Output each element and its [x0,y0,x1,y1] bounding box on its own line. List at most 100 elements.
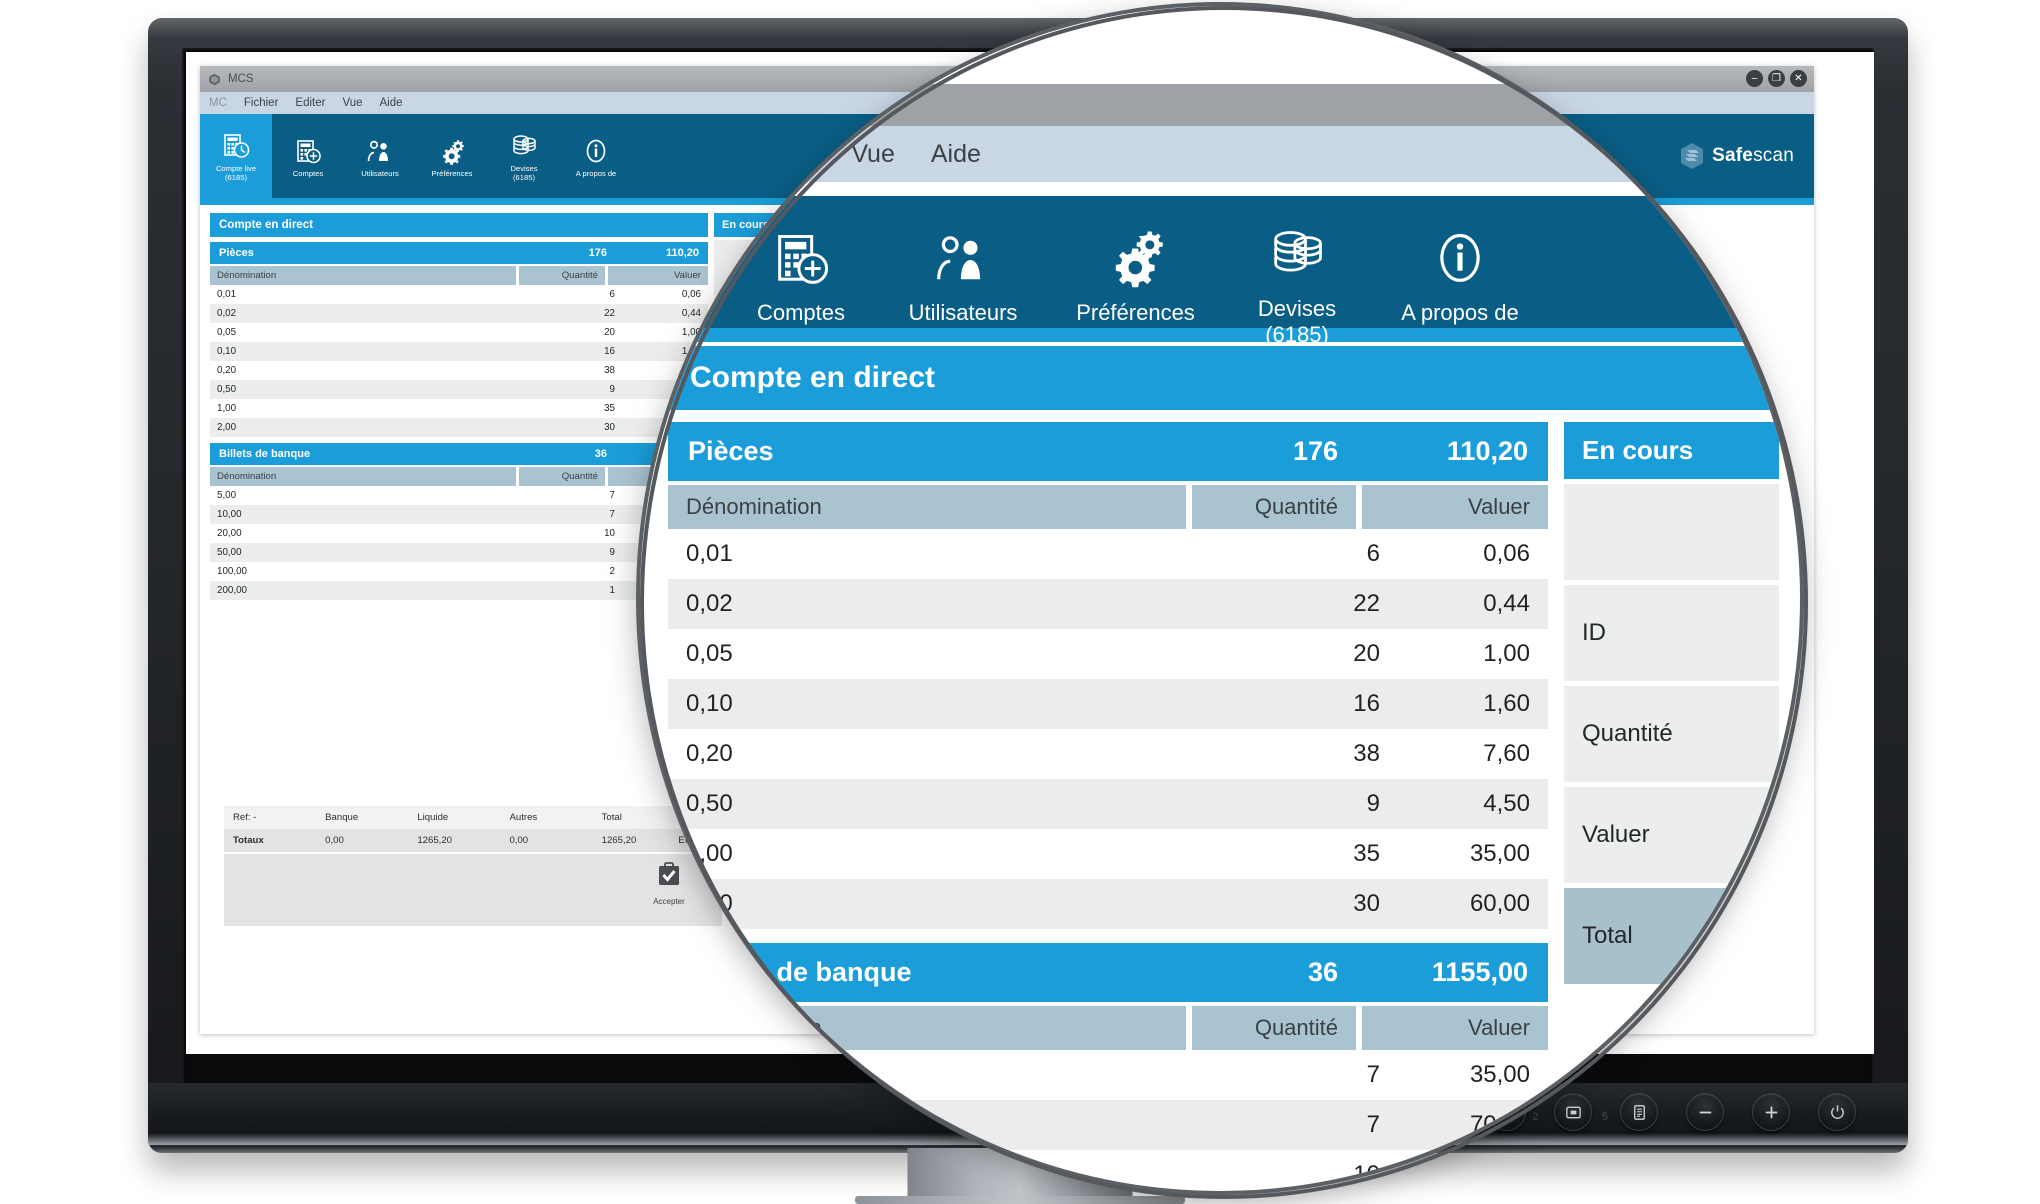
z-group-total-value: 1155,00 [1431,957,1528,987]
menu-item-vue[interactable]: Vue [342,97,362,109]
z-ribbon-item-compte-live[interactable]: Compte live (6185) [640,228,694,353]
counting-tables: Compte en direct Pièces 176 110,20 Dénom… [210,213,708,600]
z-ribbon-label-devises: Devises (6185) [1257,296,1337,348]
table-row[interactable]: 20,0010200,00 [210,524,708,543]
z-column-headers-pieces: Dénomination Quantité Valuer [668,485,1548,529]
table-row[interactable]: 2,003060,00 [210,418,708,437]
power-icon [1830,1104,1844,1119]
magnifier-lens: Editer Vue Aide Safescan [640,6,1800,1191]
z-col-quantity: Quantité [1192,1006,1356,1050]
z-col-denomination: Dénomination [668,485,1186,529]
menu-item-mc[interactable]: MC [209,97,227,109]
menu-item-editer[interactable]: Editer [295,97,325,109]
ribbon-item-a-propos-de[interactable]: A propos de [560,114,632,198]
z-col-value: Valuer [1362,485,1548,529]
table-row[interactable]: 5,00735,00 [210,486,708,505]
group-header-billets: Billets de banque 36 1155,00 [210,443,708,465]
z-ribbon-item-preferences[interactable]: Préférences [1048,224,1223,326]
table-row[interactable]: 5,00735,00 [668,1050,1548,1100]
z-rows-pieces: 0,01 6 0,06 0,02 22 0,44 0,05 20 1,00 0,10 16 1,… [668,529,1548,929]
totals-banque-value: 0,00 [325,835,344,846]
totals-ref: Ref: - [233,812,257,823]
ribbon-item-preferences[interactable]: Préférences [416,114,488,198]
menu-item-fichier[interactable]: Fichier [244,97,279,109]
table-row[interactable]: 0,10161,60 [210,342,708,361]
table-row[interactable]: 0,20387,60 [210,361,708,380]
totals-row-label: Totaux [233,835,264,846]
totals-liquide-value: 1265,20 [417,835,452,846]
table-row[interactable]: 10,00770,00 [210,505,708,524]
live-count-icon [640,258,643,275]
menu-item-aide[interactable]: Aide [380,97,403,109]
table-row[interactable]: 10,00770,00 [668,1100,1548,1150]
table-row[interactable]: 0,5094,50 [668,779,1548,829]
col-quantity: Quantité [519,266,605,285]
z-ribbon-label-comptes: Comptes [756,300,846,325]
col-denomination: Dénomination [210,467,516,486]
ribbon-label-utilisateurs: Utilisateurs [361,168,399,178]
z-ribbon-item-comptes[interactable]: Comptes [726,228,876,326]
col-denomination: Dénomination [210,266,516,285]
z-side-panel-cell-id: ID [1564,585,1779,681]
power-button[interactable] [1818,1093,1856,1131]
z-col-quantity: Quantité [1192,485,1356,529]
z-ribbon-label-compte-live: Compte live (6185) [640,300,673,351]
z-ribbon-item-utilisateurs[interactable]: Utilisateurs [878,228,1048,326]
z-menu-item-editer[interactable]: Editer [750,140,815,169]
z-side-panel-cell-blank [1564,484,1779,580]
table-row[interactable]: 100,002200,00 [210,562,708,581]
ribbon-label-comptes: Comptes [292,168,324,178]
z-group-name: Pièces [688,436,774,466]
group-name: Billets de banque [219,448,311,460]
table-row[interactable]: 200,001200,00 [210,581,708,600]
column-headers-pieces: Dénomination Quantité Valuer [210,266,708,285]
z-ribbon-item-a-propos-de[interactable]: A propos de [1370,228,1550,326]
z-group-header-pieces: Pièces 176 110,20 [668,422,1548,481]
window-title: MCS [228,73,254,85]
z-col-value: Valuer [1362,1006,1548,1050]
table-row[interactable]: 0,10161,60 [668,679,1548,729]
table-row[interactable]: 2,003060,00 [668,879,1548,929]
ribbon-label-devises: Devises (6185) [510,164,538,182]
z-side-panel-cell-valuer: Valuer [1564,787,1779,883]
magnified-content: Editer Vue Aide Safescan [640,6,1800,1191]
table-row[interactable]: 1,003535,00 [210,399,708,418]
z-rows-billets: 5,00735,00 10,00770,00 20,0010200,00 50,… [668,1050,1548,1191]
table-row[interactable]: 0,0160,06 [668,529,1548,579]
group-header-pieces: Pièces 176 110,20 [210,242,708,264]
ribbon-item-devises[interactable]: Devises (6185) [488,114,560,198]
rows-pieces: 0,0160,06 0,02220,44 0,05201,00 0,10161,… [210,285,708,437]
table-row[interactable]: 0,0160,06 [210,285,708,304]
z-ribbon-underbar [640,328,1800,342]
z-menu-bar[interactable]: Editer Vue Aide [640,126,1800,182]
table-row[interactable]: 50,009450,00 [210,543,708,562]
z-menu-item-aide[interactable]: Aide [931,140,981,169]
users-icon [937,236,981,280]
table-row[interactable]: 0,20387,60 [668,729,1548,779]
accounts-icon [297,139,321,163]
coins-stack-icon [1274,231,1322,272]
z-column-headers-billets: Dénomination Quantité Valuer [668,1006,1548,1050]
ribbon-item-comptes[interactable]: Comptes [272,114,344,198]
z-body: Pièces 176 110,20 Dénomination Quantité … [668,422,1800,1191]
z-main-panel: Compte en direct Pièces 176 110,20 Dénom… [668,346,1800,1191]
table-row[interactable]: 20,0010200,00 [668,1150,1548,1191]
col-quantity: Quantité [519,467,605,486]
z-group-spacer [668,929,1548,943]
table-row[interactable]: 0,02220,44 [668,579,1548,629]
table-row[interactable]: 0,5094,50 [210,380,708,399]
ribbon-item-compte-live[interactable]: Compte live (6185) [200,114,272,198]
z-menu-item-vue[interactable]: Vue [851,140,895,169]
coins-stack-icon [513,135,536,155]
z-ribbon-label-a-propos-de: A propos de [1401,300,1519,325]
live-count-icon [224,134,250,158]
table-row[interactable]: 1,003535,00 [668,829,1548,879]
ribbon-item-utilisateurs[interactable]: Utilisateurs [344,114,416,198]
table-row[interactable]: 0,05201,00 [668,629,1548,679]
users-icon [367,140,388,161]
z-ribbon-item-devises[interactable]: Devises (6185) [1222,224,1372,349]
group-total-quantity: 176 [588,247,607,259]
table-row[interactable]: 0,05201,00 [210,323,708,342]
z-col-denomination: Dénomination [668,1006,1186,1050]
table-row[interactable]: 0,02220,44 [210,304,708,323]
